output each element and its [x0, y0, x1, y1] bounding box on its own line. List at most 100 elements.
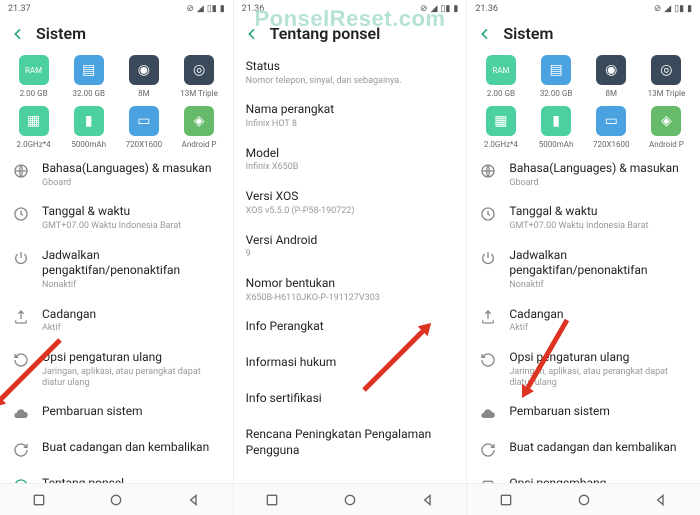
spec-item[interactable]: ◉ 8M: [586, 55, 636, 98]
list-item[interactable]: Tentang ponsel Infinix X650B: [0, 468, 233, 483]
spec-item[interactable]: ▭ 720X1600: [586, 106, 636, 149]
back-button[interactable]: [477, 26, 493, 42]
list-item[interactable]: Model Infinix X650B: [234, 138, 467, 181]
spec-item[interactable]: RAM 2.00 GB: [9, 55, 59, 98]
list-item-title: Buat cadangan dan kembalikan: [509, 440, 688, 456]
list-item[interactable]: Nama perangkat Infinix HOT 8: [234, 94, 467, 137]
nav-home-button[interactable]: [340, 490, 360, 510]
spec-label: 13M Triple: [648, 89, 686, 98]
display-icon: ▭: [596, 106, 626, 136]
status-bar: 21.37 ⊘ ◢ ▯▮ ▮: [0, 0, 233, 18]
cloud-icon: [479, 405, 497, 423]
nav-recent-button[interactable]: [29, 490, 49, 510]
wifi-icon: ◢: [197, 4, 204, 14]
spec-label: 32.00 GB: [72, 89, 105, 98]
list-item[interactable]: Buat cadangan dan kembalikan: [0, 432, 233, 468]
storage-icon: ▤: [74, 55, 104, 85]
watermark-text: PonselReset.com: [255, 6, 446, 32]
status-time: 21.36: [475, 4, 498, 14]
spec-label: 2.0GHz*4: [484, 140, 518, 149]
nav-back-button[interactable]: [184, 490, 204, 510]
status-time: 21.37: [8, 4, 31, 14]
list-item[interactable]: Rencana Peningkatan Pengalaman Pengguna: [234, 419, 467, 466]
spec-row: RAM 2.00 GB ▤ 32.00 GB ◉ 8M ◎ 13M Triple: [467, 51, 700, 102]
backup-icon: [12, 308, 30, 326]
list-item-subtitle: Aktif: [509, 323, 688, 334]
list-item[interactable]: Nomor bentukan X650B-H6110JKO-P-191127V3…: [234, 268, 467, 311]
spec-item[interactable]: ▦ 2.0GHz*4: [9, 106, 59, 149]
battery-icon: ▮: [687, 4, 692, 14]
back-button[interactable]: [10, 26, 26, 42]
spec-item[interactable]: ▭ 720X1600: [119, 106, 169, 149]
list-item-subtitle: Nonaktif: [509, 280, 688, 291]
list-item[interactable]: Buat cadangan dan kembalikan: [467, 432, 700, 468]
list-item[interactable]: Info Perangkat: [234, 311, 467, 347]
spec-item[interactable]: ◉ 8M: [119, 55, 169, 98]
list-item-title: Bahasa(Languages) & masukan: [42, 161, 221, 177]
list-item[interactable]: Opsi pengembang: [467, 468, 700, 483]
list-item[interactable]: Tanggal & waktu GMT+07.00 Waktu Indonesi…: [467, 196, 700, 239]
spec-item[interactable]: ◈ Android P: [174, 106, 224, 149]
list-item-subtitle: X650B-H6110JKO-P-191127V303: [246, 293, 455, 304]
list-item[interactable]: Pembaruan sistem: [467, 396, 700, 432]
spec-row: ▦ 2.0GHz*4 ▮ 5000mAh ▭ 720X1600 ◈ Androi…: [467, 102, 700, 153]
spec-item[interactable]: ▮ 5000mAh: [531, 106, 581, 149]
list-item[interactable]: Informasi hukum: [234, 347, 467, 383]
spec-item[interactable]: RAM 2.00 GB: [476, 55, 526, 98]
list-item[interactable]: Cadangan Aktif: [467, 299, 700, 342]
list-item-title: Tentang ponsel: [42, 476, 221, 483]
list-item[interactable]: Opsi pengaturan ulang Jaringan, aplikasi…: [0, 342, 233, 396]
spec-item[interactable]: ◎ 13M Triple: [174, 55, 224, 98]
spec-item[interactable]: ◈ Android P: [641, 106, 691, 149]
nav-back-button[interactable]: [651, 490, 671, 510]
phone-screen-2: 21.36 ⊘ ◢ ▯▮ ▮ Tentang ponsel Status Nom…: [234, 0, 468, 515]
settings-list: Bahasa(Languages) & masukan Gboard Tangg…: [0, 153, 233, 483]
nav-home-button[interactable]: [574, 490, 594, 510]
list-item[interactable]: Bahasa(Languages) & masukan Gboard: [467, 153, 700, 196]
list-item-title: Cadangan: [42, 307, 221, 323]
list-item[interactable]: Pembaruan sistem: [0, 396, 233, 432]
list-item[interactable]: Opsi pengaturan ulang Jaringan, aplikasi…: [467, 342, 700, 396]
page-header: Sistem: [0, 18, 233, 51]
spec-item[interactable]: ▮ 5000mAh: [64, 106, 114, 149]
spec-label: 2.0GHz*4: [16, 140, 50, 149]
list-item-title: Buat cadangan dan kembalikan: [42, 440, 221, 456]
spec-label: 13M Triple: [180, 89, 218, 98]
list-item[interactable]: Bahasa(Languages) & masukan Gboard: [0, 153, 233, 196]
list-item-title: Info Perangkat: [246, 319, 455, 335]
list-item-title: Nomor bentukan: [246, 276, 455, 292]
phone-screen-3: 21.36 ⊘ ◢ ▯▮ ▮ Sistem RAM 2.00 GB ▤ 32.0…: [467, 0, 700, 515]
spec-item[interactable]: ▦ 2.0GHz*4: [476, 106, 526, 149]
spec-label: 5000mAh: [539, 140, 574, 149]
camera-front-icon: ◉: [129, 55, 159, 85]
nav-recent-button[interactable]: [496, 490, 516, 510]
list-item[interactable]: Jadwalkan pengaktifan/penonaktifan Nonak…: [467, 240, 700, 299]
list-item[interactable]: Jadwalkan pengaktifan/penonaktifan Nonak…: [0, 240, 233, 299]
list-item[interactable]: Versi Android 9: [234, 225, 467, 268]
spec-item[interactable]: ◎ 13M Triple: [641, 55, 691, 98]
spec-item[interactable]: ▤ 32.00 GB: [531, 55, 581, 98]
list-item-subtitle: Gboard: [42, 178, 221, 189]
wifi-icon: ◢: [664, 4, 671, 14]
list-item-title: Tanggal & waktu: [42, 204, 221, 220]
nav-back-button[interactable]: [418, 490, 438, 510]
nav-home-button[interactable]: [106, 490, 126, 510]
list-item-title: Versi Android: [246, 233, 455, 249]
list-item[interactable]: Status Nomor telepon, sinyal, dan sebaga…: [234, 51, 467, 94]
spec-label: Android P: [649, 140, 684, 149]
status-icons: ⊘ ◢ ▯▮ ▮: [654, 4, 692, 14]
storage-icon: ▤: [541, 55, 571, 85]
list-item-title: Cadangan: [509, 307, 688, 323]
nav-recent-button[interactable]: [262, 490, 282, 510]
list-item[interactable]: Info sertifikasi: [234, 383, 467, 419]
list-item[interactable]: Cadangan Aktif: [0, 299, 233, 342]
camera-front-icon: ◉: [596, 55, 626, 85]
camera-rear-icon: ◎: [651, 55, 681, 85]
spec-item[interactable]: ▤ 32.00 GB: [64, 55, 114, 98]
cpu-icon: ▦: [486, 106, 516, 136]
list-item[interactable]: Tanggal & waktu GMT+07.00 Waktu Indonesi…: [0, 196, 233, 239]
ram-icon: RAM: [486, 55, 516, 85]
list-item-title: Opsi pengaturan ulang: [509, 350, 688, 366]
list-item[interactable]: Versi XOS XOS v5.5.0 (P-P58-190722): [234, 181, 467, 224]
battery-icon: ▮: [220, 4, 225, 14]
